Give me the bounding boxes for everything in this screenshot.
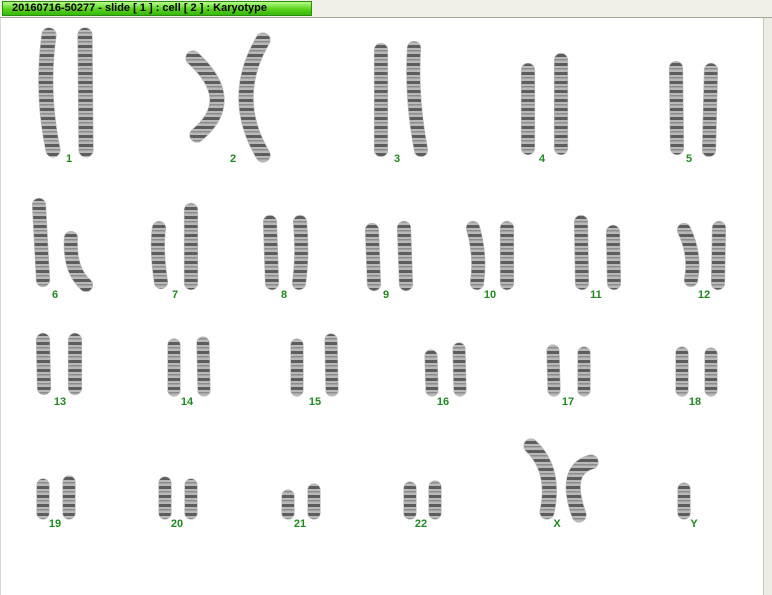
chr-15-label: 15 <box>308 396 322 408</box>
chr-21-pair[interactable] <box>281 483 321 520</box>
chr-11-chromatid-2[interactable] <box>606 225 621 290</box>
chr-19-label: 19 <box>48 518 62 530</box>
chr-9-chromatid-1[interactable] <box>365 223 381 291</box>
chr-18-pair[interactable] <box>675 346 718 397</box>
chr-2-chromatid-2[interactable] <box>239 33 270 162</box>
chr-14-pair[interactable] <box>167 336 211 397</box>
chr-3-pair[interactable] <box>373 40 429 158</box>
chr-20-label: 20 <box>170 518 184 530</box>
chr-10-chromatid-1[interactable] <box>466 221 485 290</box>
chr-13-pair[interactable] <box>35 332 83 396</box>
chr-10-pair[interactable] <box>465 220 515 291</box>
chr-18-label: 18 <box>688 396 702 408</box>
chr-7-chromatid-1[interactable] <box>151 221 168 289</box>
chr-9-label: 9 <box>382 289 390 301</box>
chr-11-chromatid-1[interactable] <box>574 215 589 290</box>
chr-2-pair[interactable] <box>185 32 271 163</box>
chr-15-chromatid-2[interactable] <box>325 334 338 396</box>
chr-1-label: 1 <box>65 153 73 165</box>
chr-22-pair[interactable] <box>403 480 442 520</box>
chr-6-pair[interactable] <box>31 197 94 293</box>
chr-2-label: 2 <box>229 153 237 165</box>
chr-1-chromatid-2[interactable] <box>78 28 93 157</box>
chr-12-chromatid-2[interactable] <box>711 221 726 290</box>
vertical-scrollbar[interactable] <box>763 18 772 595</box>
title-bar: 20160716-50277 - slide [ 1 ] : cell [ 2 … <box>0 0 772 18</box>
chr-10-label: 10 <box>483 289 497 301</box>
chr-1-pair[interactable] <box>38 27 94 158</box>
chr-7-pair[interactable] <box>150 202 199 291</box>
chr-4-pair[interactable] <box>520 52 569 156</box>
chr-6-chromatid-2[interactable] <box>64 231 93 292</box>
chr-12-pair[interactable] <box>676 220 727 291</box>
chr-11-label: 11 <box>590 289 602 301</box>
chr-17-chromatid-1[interactable] <box>547 345 560 396</box>
chr-3-chromatid-2[interactable] <box>406 41 428 157</box>
chr-12-label: 12 <box>697 289 711 301</box>
chr-6-label: 6 <box>51 289 59 301</box>
chr-6-chromatid-1[interactable] <box>32 198 50 287</box>
chr-8-chromatid-2[interactable] <box>292 215 308 290</box>
chr-3-label: 3 <box>393 153 401 165</box>
chr-x-pair[interactable] <box>523 438 599 523</box>
chr-20-pair[interactable] <box>158 476 198 520</box>
chr-17-label: 17 <box>561 396 575 408</box>
chr-14-label: 14 <box>180 396 194 408</box>
chr-14-chromatid-2[interactable] <box>197 337 210 396</box>
chr-5-chromatid-2[interactable] <box>702 63 718 157</box>
chr-x-chromatid-2[interactable] <box>566 455 598 522</box>
chr-13-label: 13 <box>53 396 67 408</box>
chr-7-label: 7 <box>171 289 179 301</box>
chr-15-pair[interactable] <box>290 333 339 397</box>
karyotype-chromosomes <box>31 27 727 523</box>
chr-5-label: 5 <box>685 153 693 165</box>
chr-8-label: 8 <box>280 289 288 301</box>
chr-9-chromatid-2[interactable] <box>397 221 413 291</box>
chr-16-pair[interactable] <box>424 342 467 397</box>
chr-16-label: 16 <box>436 396 450 408</box>
chr-5-chromatid-1[interactable] <box>669 61 684 155</box>
chr-8-chromatid-1[interactable] <box>263 215 279 290</box>
chr-x-chromatid-1[interactable] <box>524 439 557 519</box>
chr-y-label: Y <box>690 518 698 530</box>
chr-13-chromatid-1[interactable] <box>36 333 51 395</box>
chr-16-chromatid-2[interactable] <box>453 343 466 396</box>
chr-9-pair[interactable] <box>364 220 414 292</box>
chr-4-label: 4 <box>538 153 546 165</box>
window-title-tab[interactable]: 20160716-50277 - slide [ 1 ] : cell [ 2 … <box>2 1 312 16</box>
chr-1-chromatid-1[interactable] <box>38 28 60 157</box>
chr-21-label: 21 <box>293 518 307 530</box>
chr-16-chromatid-1[interactable] <box>425 350 438 396</box>
chr-11-pair[interactable] <box>573 214 622 291</box>
chr-5-pair[interactable] <box>668 60 719 158</box>
chr-22-label: 22 <box>414 518 428 530</box>
chr-17-pair[interactable] <box>546 344 591 397</box>
chr-x-label: X <box>553 518 561 530</box>
chr-8-pair[interactable] <box>262 214 309 291</box>
karyotype-canvas <box>0 18 763 595</box>
chr-19-pair[interactable] <box>36 475 76 520</box>
